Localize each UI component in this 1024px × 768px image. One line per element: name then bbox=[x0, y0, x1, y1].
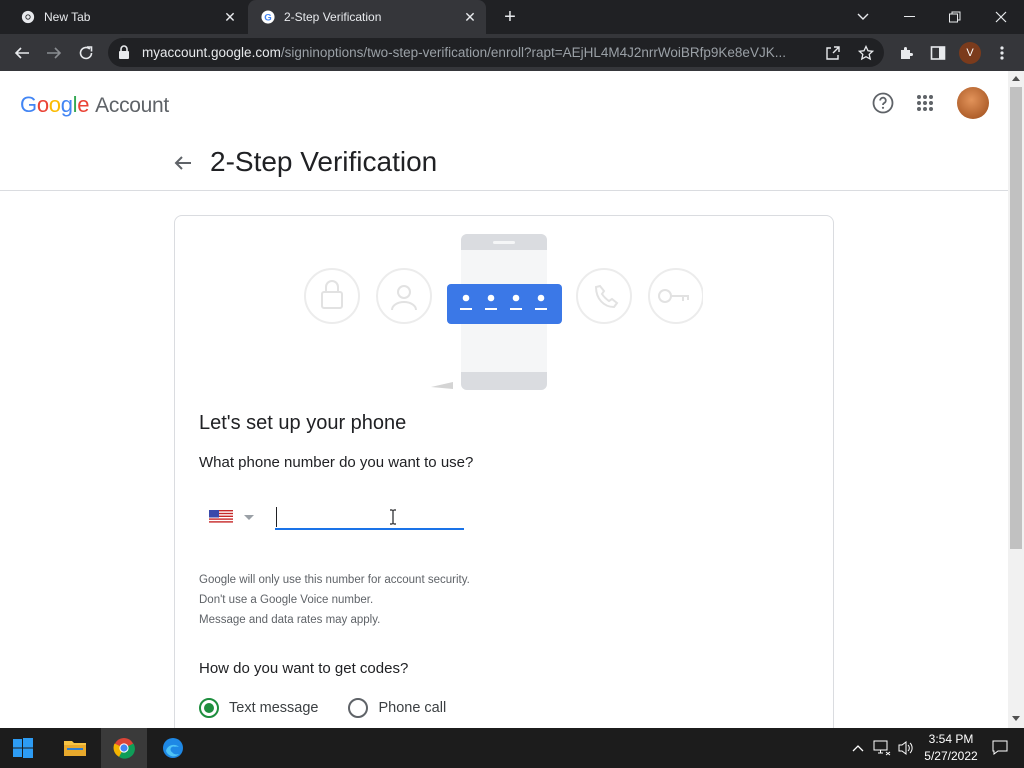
scroll-thumb[interactable] bbox=[1010, 87, 1022, 549]
svg-text:G: G bbox=[264, 13, 271, 24]
radio-label-phone-call[interactable]: Phone call bbox=[378, 700, 446, 716]
lock-icon[interactable] bbox=[118, 45, 130, 64]
radio-phone-call[interactable] bbox=[348, 698, 369, 718]
address-bar[interactable]: myaccount.google.com/signinoptions/two-s… bbox=[108, 38, 884, 67]
url-text: myaccount.google.com/signinoptions/two-s… bbox=[142, 45, 786, 60]
close-tab-icon[interactable]: ✕ bbox=[462, 9, 478, 25]
tab-2-step-verification[interactable]: G 2-Step Verification ✕ bbox=[248, 0, 486, 34]
account-avatar[interactable] bbox=[957, 87, 989, 119]
ibeam-cursor-icon bbox=[390, 509, 396, 525]
clock-date: 5/27/2022 bbox=[924, 749, 978, 763]
back-icon[interactable] bbox=[9, 40, 35, 66]
page-content: Go o g l e Account 2-Step Verification L… bbox=[0, 71, 1008, 728]
profile-avatar: V bbox=[959, 42, 981, 64]
logo-account-text: Account bbox=[95, 94, 169, 117]
codes-method-question: How do you want to get codes? bbox=[199, 660, 409, 677]
scroll-up-arrow-icon[interactable] bbox=[1012, 76, 1020, 81]
tab-title: New Tab bbox=[44, 10, 91, 24]
restore-icon[interactable] bbox=[932, 0, 978, 34]
minimize-icon[interactable] bbox=[886, 0, 932, 34]
logo-letter: g bbox=[60, 92, 73, 117]
network-icon[interactable] bbox=[873, 739, 891, 757]
phone-number-input[interactable] bbox=[275, 500, 464, 530]
logo-letter: G bbox=[20, 92, 37, 117]
chrome-icon bbox=[20, 9, 36, 25]
taskbar-clock[interactable]: 3:54 PM 5/27/2022 bbox=[918, 731, 984, 765]
extensions-puzzle-icon[interactable] bbox=[893, 40, 919, 66]
dropdown-caret-icon bbox=[244, 514, 254, 520]
google-g-icon: G bbox=[260, 9, 276, 25]
clock-time: 3:54 PM bbox=[928, 732, 974, 746]
volume-icon[interactable] bbox=[897, 739, 915, 757]
close-window-icon[interactable] bbox=[978, 0, 1024, 34]
phone-number-question: What phone number do you want to use? bbox=[199, 454, 474, 471]
side-panel-icon[interactable] bbox=[925, 40, 951, 66]
phone-usage-notes: Google will only use this number for acc… bbox=[199, 570, 470, 630]
windows-taskbar: 3:54 PM 5/27/2022 bbox=[0, 728, 1024, 768]
page-title: 2-Step Verification bbox=[210, 146, 438, 177]
start-windows-icon[interactable] bbox=[0, 728, 46, 768]
browser-toolbar: myaccount.google.com/signinoptions/two-s… bbox=[0, 34, 1024, 71]
file-explorer-icon[interactable] bbox=[52, 728, 98, 768]
chrome-menu-icon[interactable] bbox=[989, 40, 1015, 66]
share-icon[interactable] bbox=[824, 44, 842, 62]
radio-selected-dot bbox=[204, 703, 214, 713]
profile-button[interactable]: V bbox=[957, 40, 983, 66]
edge-taskbar-icon[interactable] bbox=[150, 728, 196, 768]
scroll-down-arrow-icon[interactable] bbox=[1012, 716, 1020, 721]
code-method-radio-group: Text message Phone call bbox=[199, 698, 476, 718]
new-tab-plus-icon[interactable]: + bbox=[498, 5, 522, 29]
bookmark-star-icon[interactable] bbox=[857, 44, 875, 62]
help-icon[interactable] bbox=[871, 91, 895, 115]
tab-search-chevron-icon[interactable] bbox=[840, 0, 886, 34]
tab-strip: New Tab ✕ G 2-Step Verification ✕ + bbox=[0, 0, 1024, 34]
show-hidden-icons-chevron-icon[interactable] bbox=[849, 739, 867, 757]
logo-letter: o bbox=[36, 92, 49, 117]
google-account-logo[interactable]: Go o g l e Account bbox=[20, 92, 169, 118]
setup-card: Let's set up your phone What phone numbe… bbox=[174, 215, 834, 728]
forward-icon[interactable] bbox=[41, 40, 67, 66]
radio-text-message[interactable] bbox=[199, 698, 219, 718]
back-arrow-icon[interactable] bbox=[172, 152, 194, 174]
note-line: Google will only use this number for acc… bbox=[199, 574, 470, 586]
us-flag-icon bbox=[209, 510, 233, 524]
phone-verification-illustration bbox=[304, 234, 703, 390]
page-title-bar: 2-Step Verification bbox=[0, 135, 1008, 191]
setup-phone-heading: Let's set up your phone bbox=[199, 412, 407, 434]
reload-icon[interactable] bbox=[73, 40, 99, 66]
apps-grid-icon[interactable] bbox=[913, 91, 937, 115]
country-selector[interactable] bbox=[209, 508, 263, 526]
chrome-taskbar-icon[interactable] bbox=[101, 728, 147, 768]
text-cursor bbox=[276, 507, 277, 527]
tab-new-tab[interactable]: New Tab ✕ bbox=[8, 0, 246, 34]
page-scrollbar[interactable] bbox=[1008, 71, 1024, 728]
note-line: Don't use a Google Voice number. bbox=[199, 594, 374, 606]
notifications-icon[interactable] bbox=[991, 739, 1009, 757]
logo-letter: e bbox=[77, 92, 90, 117]
radio-label-text-message[interactable]: Text message bbox=[229, 700, 318, 716]
note-line: Message and data rates may apply. bbox=[199, 614, 381, 626]
close-tab-icon[interactable]: ✕ bbox=[222, 9, 238, 25]
logo-letter: o bbox=[48, 92, 61, 117]
tab-title: 2-Step Verification bbox=[284, 10, 382, 24]
